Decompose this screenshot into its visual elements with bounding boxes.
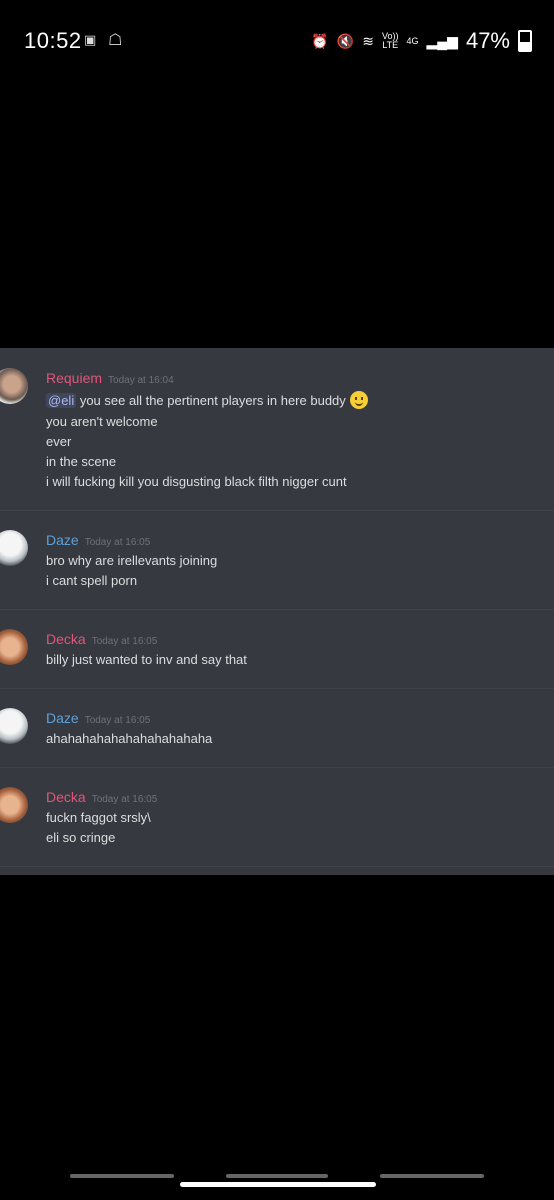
- avatar[interactable]: [0, 629, 28, 665]
- message-line: in the scene: [46, 454, 117, 469]
- author-name[interactable]: Daze Today at 16:05: [46, 710, 150, 726]
- avatar[interactable]: [0, 787, 28, 823]
- author-name[interactable]: Requiem Today at 16:04: [46, 370, 174, 386]
- smiling-face-emoji: [349, 391, 368, 409]
- message-divider: [0, 866, 554, 867]
- message-line: @eli you see all the pertinent players i…: [46, 391, 368, 409]
- back-button[interactable]: [380, 1174, 484, 1178]
- message-line: eli so cringe: [46, 830, 116, 845]
- author-name[interactable]: Decka Today at 16:05: [46, 789, 157, 805]
- message-timestamp: Today at 16:05: [91, 794, 158, 805]
- avatar[interactable]: [0, 368, 28, 404]
- battery-percent: 47%: [465, 28, 510, 53]
- home-button[interactable]: [226, 1174, 328, 1178]
- message-text: you see all the pertinent players in her…: [79, 393, 346, 408]
- author-name[interactable]: Daze Today at 16:05: [46, 532, 150, 548]
- message-timestamp: Today at 16:04: [108, 375, 174, 386]
- message-divider: [0, 609, 554, 610]
- snapchat-icon: ☖: [108, 32, 123, 49]
- author-label[interactable]: Decka: [46, 631, 86, 647]
- status-time: 10:52: [24, 28, 82, 53]
- author-name[interactable]: Decka Today at 16:05: [46, 631, 157, 647]
- chat-panel: Requiem Today at 16:04 @eli you see all t…: [0, 348, 554, 875]
- user-mention[interactable]: @eli: [46, 393, 77, 408]
- message-divider: [0, 688, 554, 689]
- status-bar: 10:52 ▣ ☖ ⏰ 🔇 ≋ Vo)) LTE 4G ▂▄▆ 47%: [0, 0, 554, 84]
- message-divider: [0, 767, 554, 768]
- message-line: bro why are irellevants joining: [46, 553, 218, 568]
- volte-indicator: Vo)) LTE: [382, 32, 399, 50]
- author-label[interactable]: Decka: [46, 789, 86, 805]
- author-label[interactable]: Requiem: [46, 370, 102, 386]
- author-label[interactable]: Daze: [46, 710, 79, 726]
- afl-app-icon: ▣: [84, 32, 97, 47]
- message-line: billy just wanted to inv and say that: [46, 652, 247, 667]
- wifi-icon: ≋: [362, 32, 374, 49]
- battery-icon: [518, 30, 532, 52]
- gesture-handle[interactable]: [180, 1182, 376, 1187]
- lte-label: LTE: [382, 40, 399, 50]
- status-right-icons: ⏰ 🔇 ≋ Vo)) LTE 4G ▂▄▆ 47%: [311, 28, 532, 54]
- message-line: i cant spell porn: [46, 573, 138, 588]
- message-line: i will fucking kill you disgusting black…: [46, 474, 347, 489]
- alarm-icon: ⏰: [311, 32, 329, 49]
- signal-icon: ▂▄▆: [426, 32, 458, 49]
- avatar[interactable]: [0, 708, 28, 744]
- message-line: ahahahahahahahahahahaha: [46, 731, 213, 746]
- data-indicator: 4G: [406, 36, 419, 46]
- message-line: ever: [46, 434, 72, 449]
- recent-apps-button[interactable]: [70, 1174, 174, 1178]
- avatar[interactable]: [0, 530, 28, 566]
- message-line: fuckn faggot srsly\: [46, 810, 151, 825]
- message-timestamp: Today at 16:05: [84, 715, 151, 726]
- author-label[interactable]: Daze: [46, 532, 79, 548]
- navigation-bar: [0, 1160, 554, 1200]
- message-line: you aren't welcome: [46, 414, 158, 429]
- message-divider: [0, 510, 554, 511]
- mute-icon: 🔇: [336, 32, 355, 49]
- message-timestamp: Today at 16:05: [91, 636, 158, 647]
- message-timestamp: Today at 16:05: [84, 537, 151, 548]
